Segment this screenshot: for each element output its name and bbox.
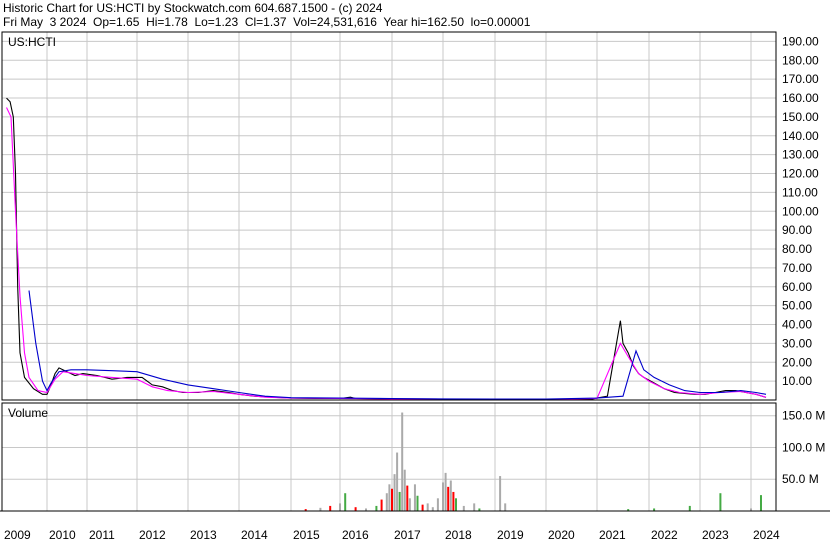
price-tick-label: 100.00: [782, 204, 819, 218]
year-tick-label: 2020: [548, 528, 575, 542]
price-grid: [2, 32, 776, 400]
volume-bar: [719, 493, 722, 511]
year-tick-label: 2014: [241, 528, 268, 542]
volume-bar: [388, 484, 391, 511]
price-tick-label: 110.00: [782, 185, 818, 199]
volume-bar: [354, 507, 357, 511]
price-tick-label: 40.00: [782, 318, 812, 332]
volume-bar: [442, 482, 444, 511]
volume-bar: [499, 476, 502, 511]
volume-tick-label: 150.0 M: [782, 409, 825, 423]
price-tick-label: 190.00: [782, 34, 819, 48]
volume-bar: [393, 474, 396, 511]
price-tick-label: 80.00: [782, 242, 812, 256]
price-panel-frame: [1, 31, 777, 401]
year-tick-label: 2017: [394, 528, 421, 542]
price-panel-label: US:HCTI: [8, 35, 56, 49]
price-tick-label: 50.00: [782, 299, 812, 313]
price-tick-label: 120.00: [782, 167, 819, 181]
price-series-line-2: [28, 290, 767, 400]
volume-bar: [455, 498, 457, 511]
volume-bar: [344, 493, 347, 511]
price-tick-label: 70.00: [782, 261, 812, 275]
volume-bar: [339, 503, 341, 511]
price-tick-label: 30.00: [782, 336, 812, 350]
volume-bar: [396, 452, 399, 511]
year-tick-label: 2015: [293, 528, 320, 542]
volume-bar: [380, 499, 383, 511]
price-tick-label: 130.00: [782, 148, 819, 162]
volume-bar: [413, 484, 416, 511]
price-tick-label: 140.00: [782, 129, 819, 143]
price-tick-label: 60.00: [782, 280, 812, 294]
volume-bars: [304, 412, 762, 511]
price-tick-label: 170.00: [782, 72, 819, 86]
price-series-line-1: [6, 107, 767, 400]
price-tick-label: 160.00: [782, 91, 819, 105]
year-tick-label: 2016: [342, 528, 369, 542]
price-tick-label: 20.00: [782, 355, 812, 369]
year-tick-label: 2011: [89, 528, 115, 542]
year-tick-label: 2009: [4, 528, 31, 542]
year-tick-label: 2018: [445, 528, 472, 542]
year-tick-label: 2023: [702, 528, 729, 542]
year-tick-label: 2019: [497, 528, 524, 542]
volume-bar: [426, 503, 429, 511]
volume-bar: [406, 485, 409, 511]
volume-tick-label: 50.0 M: [782, 472, 819, 486]
volume-bar: [329, 505, 332, 511]
price-tick-label: 150.00: [782, 110, 819, 124]
volume-bar: [452, 491, 455, 511]
volume-bar: [421, 504, 424, 511]
volume-bar: [688, 505, 691, 511]
volume-bar: [447, 486, 450, 511]
volume-bar: [759, 495, 762, 511]
price-tick-label: 90.00: [782, 223, 812, 237]
volume-bar: [416, 495, 419, 511]
volume-bar: [449, 480, 452, 511]
axis-labels: 10.00 20.00 30.00 40.00 50.00 60.00 70.00 80.00…: [4, 34, 825, 542]
volume-panel-label: Volume: [8, 406, 48, 420]
volume-bar: [398, 491, 401, 511]
price-tick-label: 10.00: [782, 374, 812, 388]
volume-bar: [431, 507, 434, 511]
price-tick-label: 180.00: [782, 53, 819, 67]
volume-bar: [401, 412, 404, 511]
year-tick-label: 2012: [139, 528, 166, 542]
volume-bar: [375, 505, 378, 511]
volume-bar: [385, 493, 388, 511]
panel-frames: [0, 31, 830, 512]
year-tick-label: 2013: [190, 528, 217, 542]
volume-bar: [462, 505, 465, 511]
year-tick-label: 2024: [753, 528, 780, 542]
volume-tick-label: 100.0 M: [782, 440, 825, 454]
historic-chart: 10.00 20.00 30.00 40.00 50.00 60.00 70.00 80.00…: [0, 31, 830, 542]
volume-bar: [473, 503, 476, 511]
year-tick-label: 2021: [599, 528, 626, 542]
year-tick-label: 2022: [651, 528, 678, 542]
volume-bar: [444, 472, 447, 511]
year-tick-label: 2010: [49, 528, 76, 542]
volume-bar: [436, 498, 439, 511]
volume-bar: [504, 503, 507, 511]
volume-bar: [408, 498, 411, 511]
volume-bar: [391, 488, 393, 511]
volume-bar: [403, 469, 406, 511]
